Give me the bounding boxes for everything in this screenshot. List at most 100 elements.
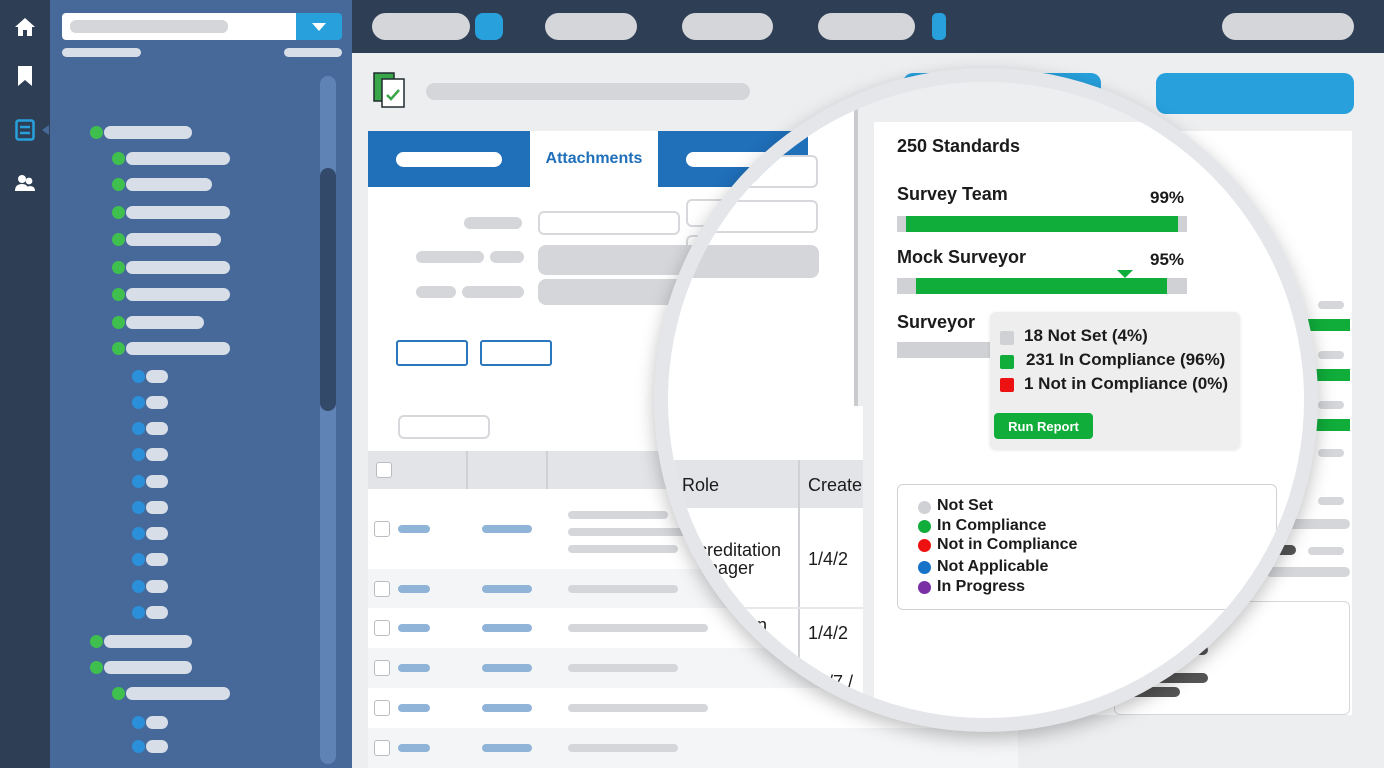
tree-node-status-icon	[132, 740, 145, 753]
col-header-created[interactable]: Create	[808, 475, 862, 496]
tree-node-status-icon	[112, 261, 125, 274]
tree-scrollbar-thumb[interactable]	[320, 168, 336, 411]
team-percent-survey-team: 99%	[1150, 188, 1185, 207]
tree-node-24[interactable]	[146, 740, 168, 753]
row-link-title[interactable]	[482, 584, 532, 593]
tab-attachments[interactable]: Attachments	[530, 131, 658, 187]
tree-node-13[interactable]	[146, 448, 168, 461]
row-checkbox[interactable]	[374, 740, 390, 756]
compliance-tooltip: 18 Not Set (4%) 231 In Compliance (96%) …	[990, 312, 1240, 449]
users-icon[interactable]	[12, 170, 38, 196]
legend-dot-not-applicable	[918, 561, 931, 574]
row-description	[568, 511, 668, 519]
tree-node-12[interactable]	[146, 422, 168, 435]
legend-dot-not-in-compliance	[918, 539, 931, 552]
legend-in-progress: In Progress	[937, 578, 1026, 595]
row-link-id[interactable]	[398, 584, 430, 593]
tooltip-swatch-in-compliance	[1000, 355, 1014, 369]
lens-col-divider	[798, 460, 800, 718]
lens-field-3[interactable]	[668, 245, 819, 278]
document-check-icon	[372, 71, 410, 109]
table-filter[interactable]	[398, 415, 490, 439]
chapter-select-value	[70, 20, 228, 33]
legend-in-compliance: In Compliance	[937, 517, 1047, 534]
save-button[interactable]	[396, 340, 468, 366]
tree-node-7[interactable]	[126, 288, 230, 301]
row-checkbox[interactable]	[374, 660, 390, 676]
lens-field-2[interactable]	[688, 200, 818, 233]
tree-node-20[interactable]	[104, 635, 192, 648]
row-link-id[interactable]	[398, 624, 430, 632]
row-link-id[interactable]	[398, 525, 430, 533]
team-percent-mock-surveyor: 95%	[1150, 250, 1185, 269]
standards-icon[interactable]	[12, 117, 38, 143]
row-link-title[interactable]	[482, 704, 532, 712]
tree-node-8[interactable]	[126, 316, 204, 329]
user-menu[interactable]	[1222, 13, 1354, 40]
tab-details-label	[396, 152, 502, 167]
tree-node-status-icon	[132, 422, 145, 435]
nav-item-1[interactable]	[372, 13, 470, 40]
form-label-3	[416, 286, 456, 298]
tree-node-status-icon	[132, 606, 145, 619]
row-link-title[interactable]	[482, 664, 532, 672]
top-nav	[352, 0, 1384, 53]
home-icon[interactable]	[12, 14, 38, 40]
lens-field-1[interactable]	[688, 155, 818, 188]
tree-node-10[interactable]	[146, 370, 168, 383]
magnifier-lens: Role Create creditation nager 1/4/2 tion…	[668, 82, 1304, 718]
summary-tick-4	[1318, 449, 1344, 457]
row-link-id[interactable]	[398, 744, 430, 752]
row-link-title[interactable]	[482, 744, 532, 752]
legend-dot-in-progress	[918, 581, 931, 594]
tree-node-5[interactable]	[126, 233, 221, 246]
tree-node-17[interactable]	[146, 553, 168, 566]
tree-node-16[interactable]	[146, 527, 168, 540]
chevron-down-icon[interactable]	[296, 13, 342, 40]
tree-node-22[interactable]	[126, 687, 230, 700]
nav-badge[interactable]	[475, 13, 503, 40]
tree-node-18[interactable]	[146, 580, 168, 593]
cancel-button[interactable]	[480, 340, 552, 366]
nav-item-4[interactable]	[818, 13, 915, 40]
tree-node-1[interactable]	[104, 126, 192, 139]
tree-node-9[interactable]	[126, 342, 230, 355]
row-link-id[interactable]	[398, 704, 430, 712]
row-checkbox[interactable]	[374, 580, 390, 597]
bookmark-icon[interactable]	[12, 63, 38, 89]
nav-badge-2[interactable]	[932, 13, 946, 40]
legend-not-in-compliance: Not in Compliance	[937, 536, 1078, 553]
row-checkbox[interactable]	[374, 700, 390, 716]
tree-node-4[interactable]	[126, 206, 230, 219]
form-label-2	[416, 251, 484, 263]
row2-role: tion	[738, 615, 768, 635]
row-link-id[interactable]	[398, 664, 430, 672]
tree-node-11[interactable]	[146, 396, 168, 409]
tree-node-19[interactable]	[146, 606, 168, 619]
nav-item-2[interactable]	[545, 13, 637, 40]
tree-node-6[interactable]	[126, 261, 230, 274]
summary-tick-3	[1318, 401, 1344, 409]
row1-role-2: nager	[708, 558, 755, 578]
table-row[interactable]	[368, 728, 1018, 768]
row-link-title[interactable]	[482, 525, 532, 533]
select-all-checkbox[interactable]	[376, 462, 392, 478]
tree-node-21[interactable]	[104, 661, 192, 674]
form-field-1[interactable]	[538, 211, 680, 235]
run-report-button[interactable]: Run Report	[994, 413, 1093, 439]
tree-node-2[interactable]	[126, 152, 230, 165]
col-header-role[interactable]: Role	[682, 475, 719, 496]
tree-node-14[interactable]	[146, 475, 168, 488]
row-checkbox[interactable]	[374, 620, 390, 636]
progress-bar-survey-team[interactable]	[906, 216, 1178, 232]
tree-node-status-icon	[132, 580, 145, 593]
row-link-title[interactable]	[482, 624, 532, 632]
row-checkbox[interactable]	[374, 521, 390, 537]
progress-bar-mock-surveyor[interactable]	[916, 278, 1167, 294]
nav-item-3[interactable]	[682, 13, 773, 40]
tree-node-3[interactable]	[126, 178, 212, 191]
legend-dot-in-compliance	[918, 520, 931, 533]
row2-date: 1/4/2	[808, 623, 849, 643]
tree-node-23[interactable]	[146, 716, 168, 729]
tree-node-15[interactable]	[146, 501, 168, 514]
